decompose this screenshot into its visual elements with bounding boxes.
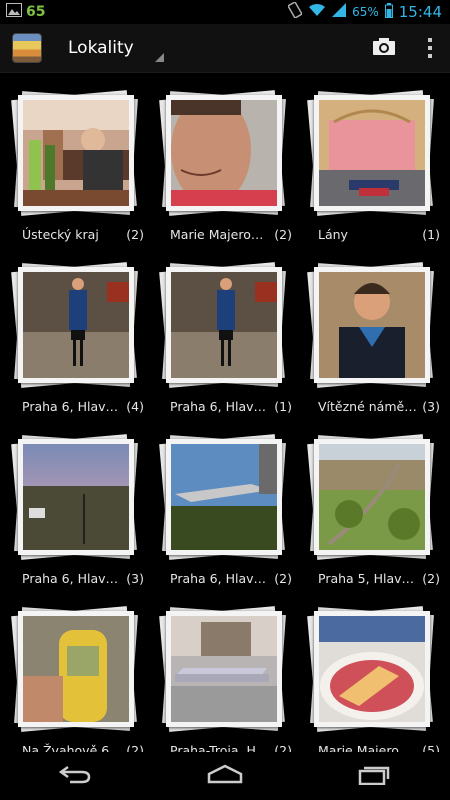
album-name: Praha 6, Hlavní m... [22, 399, 122, 414]
clock: 15:44 [398, 3, 442, 21]
recent-apps-icon [358, 763, 392, 789]
navigation-bar [0, 752, 450, 800]
album-thumbnail [23, 272, 129, 378]
album-name: Praha 6, Hlavní m... [170, 399, 270, 414]
album-label: Praha 5, Hlavní m... (2) [298, 571, 446, 586]
album-count: (2) [422, 571, 440, 586]
album-thumbnail [319, 272, 425, 378]
album-name: Marie Majerové 4... [170, 227, 270, 242]
overflow-dot [428, 46, 432, 50]
album-label: Praha 6, Hlavní m... (2) [150, 571, 298, 586]
album-thumbnail [23, 100, 129, 206]
album-tile[interactable]: Praha 6, Hlavní m... (2) [150, 425, 298, 595]
photo-stack [298, 253, 446, 393]
photo-stack [150, 425, 298, 565]
album-count: (4) [126, 399, 144, 414]
photo-stack [150, 253, 298, 393]
album-tile[interactable]: Marie Majerové 4...(5) [298, 597, 446, 753]
rotation-lock-icon [287, 1, 303, 22]
photo-stack [2, 425, 150, 565]
album-label: Praha 6, Hlavní m... (3) [2, 571, 150, 586]
gallery-notification-icon [6, 3, 22, 21]
battery-percent: 65% [352, 5, 379, 19]
album-tile[interactable]: Vítězné náměstí... (3) [298, 253, 446, 423]
album-count: (2) [126, 227, 144, 242]
notification-count: 65 [26, 4, 46, 20]
album-name: Praha 6, Hlavní m... [22, 571, 122, 586]
album-thumbnail [171, 272, 277, 378]
camera-button[interactable] [358, 24, 410, 72]
signal-icon [332, 3, 347, 21]
album-count: (2) [274, 227, 292, 242]
photo-stack [2, 81, 150, 221]
album-tile[interactable]: Lány (1) [298, 81, 446, 251]
photo-stack [150, 597, 298, 737]
album-name: Praha 6, Hlavní m... [170, 571, 270, 586]
back-icon [58, 764, 92, 788]
album-label: Lány (1) [298, 227, 446, 242]
album-count: (2) [274, 571, 292, 586]
album-label: Marie Majerové 4... (2) [150, 227, 298, 242]
album-label: Praha 6, Hlavní m... (1) [150, 399, 298, 414]
album-name: Ústecký kraj [22, 227, 99, 242]
album-tile[interactable]: Praha-Troja, Hlav...(2) [150, 597, 298, 753]
album-thumbnail [171, 444, 277, 550]
album-count: (1) [274, 399, 292, 414]
album-tile[interactable]: Marie Majerové 4... (2) [150, 81, 298, 251]
album-name: Praha 5, Hlavní m... [318, 571, 418, 586]
album-count: (3) [422, 399, 440, 414]
album-count: (1) [422, 227, 440, 242]
back-button[interactable] [30, 752, 120, 800]
wifi-icon [308, 3, 326, 21]
album-label: Praha 6, Hlavní m... (4) [2, 399, 150, 414]
overflow-dot [428, 54, 432, 58]
photo-stack [298, 81, 446, 221]
view-spinner[interactable]: Lokality [68, 28, 164, 68]
album-tile[interactable]: Praha 6, Hlavní m... (1) [150, 253, 298, 423]
status-bar: 65 65% 15:44 [0, 0, 450, 24]
recent-apps-button[interactable] [330, 752, 420, 800]
album-tile[interactable]: Na Žvahově 61 -...(2) [2, 597, 150, 753]
album-thumbnail [171, 100, 277, 206]
photo-stack [298, 597, 446, 737]
album-tile[interactable]: Praha 6, Hlavní m... (4) [2, 253, 150, 423]
gallery-app-icon[interactable] [12, 33, 42, 63]
overflow-dot [428, 38, 432, 42]
album-tile[interactable]: Ústecký kraj (2) [2, 81, 150, 251]
album-thumbnail [319, 444, 425, 550]
photo-stack [150, 81, 298, 221]
photo-stack [2, 597, 150, 737]
album-name: Vítězné náměstí... [318, 399, 418, 414]
home-icon [207, 764, 243, 788]
camera-icon [373, 37, 395, 59]
album-name: Lány [318, 227, 348, 242]
album-label: Ústecký kraj (2) [2, 227, 150, 242]
photo-stack [298, 425, 446, 565]
album-tile[interactable]: Praha 6, Hlavní m... (3) [2, 425, 150, 595]
home-button[interactable] [180, 752, 270, 800]
album-count: (3) [126, 571, 144, 586]
spinner-arrow-icon [155, 53, 164, 62]
overflow-menu-button[interactable] [410, 24, 450, 72]
album-thumbnail [171, 616, 277, 722]
photo-stack [2, 253, 150, 393]
album-thumbnail [23, 444, 129, 550]
album-tile[interactable]: Praha 5, Hlavní m... (2) [298, 425, 446, 595]
action-bar: Lokality [0, 24, 450, 73]
page-title: Lokality [68, 38, 134, 58]
album-thumbnail [23, 616, 129, 722]
album-thumbnail [319, 616, 425, 722]
album-grid: Ústecký kraj (2) Marie Majerové 4... (2) L… [0, 73, 450, 753]
album-thumbnail [319, 100, 425, 206]
battery-icon [384, 2, 393, 22]
album-label: Vítězné náměstí... (3) [298, 399, 446, 414]
